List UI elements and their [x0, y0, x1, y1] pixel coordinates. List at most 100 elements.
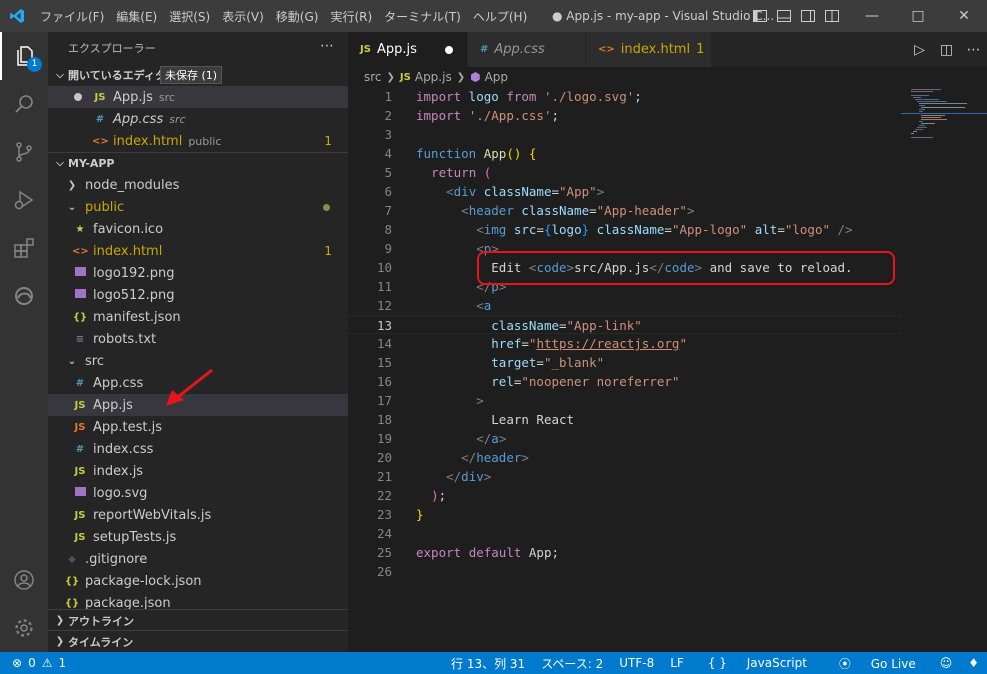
layout-controls [750, 6, 842, 26]
code-line: > [476, 393, 484, 408]
edge-devtools-icon[interactable] [0, 272, 48, 320]
menu-selection[interactable]: 選択(S) [163, 8, 216, 25]
minimize-icon[interactable]: — [849, 0, 895, 32]
explorer-badge: 1 [27, 57, 42, 72]
file-name: .gitignore [85, 551, 148, 567]
tree-file[interactable]: {} package-lock.json [48, 570, 348, 592]
tree-file[interactable]: JS reportWebVitals.js [48, 504, 348, 526]
chevron-down-icon: ⌄ [67, 355, 77, 367]
tree-file[interactable]: JS setupTests.js [48, 526, 348, 548]
open-editor-item[interactable]: JS App.js src [48, 86, 348, 108]
more-actions-icon[interactable]: ⋯ [960, 42, 987, 58]
outline-section[interactable]: ❯ アウトライン [48, 609, 348, 631]
toggle-panel-icon[interactable] [774, 6, 794, 26]
tree-file[interactable]: ★ favicon.ico [48, 218, 348, 240]
annotation-highlight-box [477, 251, 895, 285]
tree-folder[interactable]: ❯ node_modules [48, 174, 348, 196]
unsaved-dot-icon[interactable] [74, 93, 82, 101]
extensions-icon[interactable] [0, 224, 48, 272]
split-editor-icon[interactable]: ◫ [933, 42, 960, 58]
code-line: export default App; [416, 545, 560, 560]
run-debug-icon[interactable] [0, 176, 48, 224]
tab-index-html[interactable]: <> index.html 1 [586, 32, 712, 67]
editor-actions: ▷ ◫ ⋯ [906, 32, 987, 67]
code-line: <a [476, 298, 492, 313]
svg-file-icon [72, 487, 88, 499]
tree-file[interactable]: JS App.test.js [48, 416, 348, 438]
line-number: 7 [384, 203, 392, 218]
file-name: logo512.png [93, 287, 175, 303]
file-name: robots.txt [93, 331, 157, 347]
menu-go[interactable]: 移動(G) [270, 8, 325, 25]
line-number: 15 [376, 355, 392, 370]
menu-run[interactable]: 実行(R) [324, 8, 378, 25]
toggle-secondary-sidebar-icon[interactable] [798, 6, 818, 26]
open-editor-item[interactable]: # App.css src [48, 108, 348, 130]
chevron-down-icon: ⌄ [67, 201, 77, 213]
file-name: setupTests.js [93, 529, 177, 545]
open-editor-item[interactable]: <> index.html public 1 [48, 130, 348, 152]
code-line: return ( [431, 165, 492, 180]
file-desc: src [158, 90, 175, 104]
tree-file[interactable]: logo512.png [48, 284, 348, 306]
notifications-bell-icon[interactable]: ♦ [960, 656, 987, 670]
tree-file[interactable]: ◆ .gitignore [48, 548, 348, 570]
menu-edit[interactable]: 編集(E) [110, 8, 163, 25]
menu-view[interactable]: 表示(V) [216, 8, 270, 25]
problems-indicator[interactable]: ⊗ 0 ⚠ 1 [0, 656, 66, 670]
feedback-icon[interactable]: ☺ [932, 656, 961, 670]
customize-layout-icon[interactable] [822, 6, 842, 26]
tab-app-css[interactable]: # App.css [468, 32, 586, 67]
error-icon: ⊗ [12, 656, 23, 670]
unsaved-dot-icon[interactable] [445, 46, 453, 54]
minimap[interactable] [901, 87, 987, 652]
menu-help[interactable]: ヘルプ(H) [467, 8, 533, 25]
tree-file[interactable]: {} manifest.json [48, 306, 348, 328]
tab-app-js[interactable]: JS App.js [348, 32, 468, 67]
star-icon: ★ [75, 223, 85, 235]
breadcrumb-symbol[interactable]: App [485, 70, 508, 84]
maximize-icon[interactable]: □ [895, 0, 941, 32]
breadcrumb-folder[interactable]: src [364, 70, 382, 84]
line-number: 1 [384, 89, 392, 104]
menu-file[interactable]: ファイル(F) [34, 8, 110, 25]
open-editors-section[interactable]: ⌵ 開いているエディター 未保存 (1) [48, 64, 348, 86]
explorer-icon[interactable]: 1 [0, 32, 48, 80]
menu-terminal[interactable]: ターミナル(T) [378, 8, 467, 25]
run-icon[interactable]: ▷ [906, 42, 933, 58]
line-number: 23 [376, 507, 392, 522]
encoding[interactable]: UTF-8 [611, 656, 662, 670]
tree-file[interactable]: # index.css [48, 438, 348, 460]
line-ending[interactable]: LF [662, 656, 692, 670]
timeline-section[interactable]: ❯ タイムライン [48, 630, 348, 652]
js-file-icon: JS [399, 71, 411, 83]
close-icon[interactable]: ✕ [941, 0, 987, 32]
problem-count: 1 [324, 134, 332, 148]
language-mode[interactable]: { } JavaScript [692, 656, 823, 670]
cursor-position[interactable]: 行 13、列 31 [443, 655, 533, 672]
accounts-icon[interactable] [0, 556, 48, 604]
tree-file[interactable]: logo192.png [48, 262, 348, 284]
breadcrumb-file[interactable]: App.js [415, 70, 452, 84]
line-number: 22 [376, 488, 392, 503]
search-icon[interactable] [0, 80, 48, 128]
line-number: 5 [384, 165, 392, 180]
code-line: </div> [446, 469, 492, 484]
tree-file[interactable]: JS index.js [48, 460, 348, 482]
tree-file[interactable]: ≡ robots.txt [48, 328, 348, 350]
indentation[interactable]: スペース: 2 [533, 655, 611, 672]
project-section[interactable]: ⌵ MY-APP [48, 152, 348, 174]
json-file-icon: {} [64, 597, 80, 609]
tree-file[interactable]: logo.svg [48, 482, 348, 504]
settings-gear-icon[interactable] [0, 604, 48, 652]
tree-file[interactable]: <> index.html 1 [48, 240, 348, 262]
toggle-sidebar-icon[interactable] [750, 6, 770, 26]
more-actions-icon[interactable]: ⋯ [320, 38, 334, 54]
source-control-icon[interactable] [0, 128, 48, 176]
file-name: index.html [113, 133, 183, 149]
go-live-button[interactable]: ⦿ Go Live [823, 655, 932, 672]
tree-folder[interactable]: ⌄ public [48, 196, 348, 218]
file-name: App.test.js [93, 419, 163, 435]
code-editor[interactable]: 1 import logo from './logo.svg'; 2 import … [348, 87, 901, 652]
